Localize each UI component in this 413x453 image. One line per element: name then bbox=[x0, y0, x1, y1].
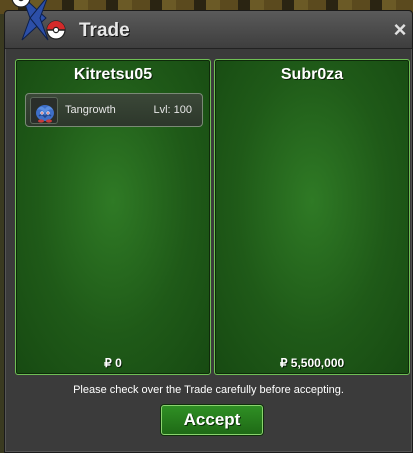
right-trade-panel: Subr0za ₽ 5,500,000 bbox=[214, 59, 410, 375]
left-money: ₽ 0 bbox=[104, 356, 122, 370]
trade-window: Trade × Kitretsu05 Tangrowth Lvl: 100 ₽ … bbox=[4, 10, 413, 453]
accept-button[interactable]: Accept bbox=[161, 405, 263, 435]
item-level: Lvl: 100 bbox=[153, 104, 192, 116]
trade-item-tangrowth[interactable]: Tangrowth Lvl: 100 bbox=[25, 93, 203, 127]
item-name: Tangrowth bbox=[65, 104, 116, 116]
tangrowth-sprite-icon bbox=[30, 97, 58, 124]
left-player-name: Kitretsu05 bbox=[73, 66, 153, 83]
left-trade-panel: Kitretsu05 Tangrowth Lvl: 100 ₽ 0 bbox=[15, 59, 211, 375]
trade-notice: Please check over the Trade carefully be… bbox=[73, 384, 344, 396]
right-player-name: Subr0za bbox=[280, 66, 344, 83]
right-money: ₽ 5,500,000 bbox=[279, 356, 345, 370]
pokeball-logo-icon bbox=[0, 0, 72, 46]
window-title: Trade bbox=[79, 20, 130, 41]
close-button[interactable]: × bbox=[391, 19, 409, 41]
